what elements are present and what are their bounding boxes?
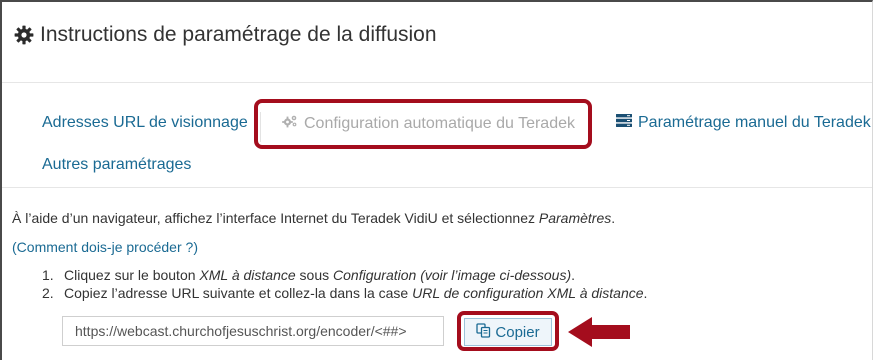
tab-label: Adresses URL de visionnage xyxy=(42,114,248,131)
step-text: . xyxy=(571,267,576,283)
tab-viewing-urls[interactable]: Adresses URL de visionnage xyxy=(42,114,248,132)
tab-other-settings[interactable]: Autres paramétrages xyxy=(42,156,191,174)
list-item: 2. Copiez l’adresse URL suivante et colle… xyxy=(42,284,647,302)
broadcast-instructions-panel: Instructions de paramétrage de la diffus… xyxy=(0,0,873,360)
step-emphasis: Configuration (voir l’image ci-dessous) xyxy=(333,267,572,283)
tab-label: Autres paramétrages xyxy=(42,156,192,173)
step-text: Copiez l’adresse URL suivante et collez-… xyxy=(64,285,413,301)
intro-text: À l’aide d’un navigateur, affichez l’int… xyxy=(12,210,615,226)
left-arrow-icon xyxy=(568,316,632,353)
tab-teradek-manual-config[interactable]: Paramétrage manuel du Teradek xyxy=(616,114,871,132)
step-text: Cliquez sur le bouton xyxy=(64,267,200,283)
intro-prefix: À l’aide d’un navigateur, affichez l’int… xyxy=(12,210,539,226)
encoder-url-field[interactable] xyxy=(62,316,444,346)
step-emphasis: URL de configuration XML à distance xyxy=(412,285,644,301)
page-title: Instructions de paramétrage de la diffus… xyxy=(40,23,437,46)
how-to-link[interactable]: Comment dois-je procéder ? xyxy=(17,239,194,255)
divider xyxy=(2,82,872,83)
intro-suffix: . xyxy=(611,210,616,226)
list-item: 1. Cliquez sur le bouton XML à distance s… xyxy=(42,266,647,284)
how-to-link-line: (Comment dois-je procéder ?) xyxy=(12,239,198,255)
intro-emphasis: Paramètres xyxy=(538,210,612,226)
step-number: 2. xyxy=(42,285,54,301)
divider xyxy=(2,187,872,188)
gear-icon xyxy=(14,25,34,45)
highlight-box-active-tab xyxy=(254,99,592,149)
steps-list: 1. Cliquez sur le bouton XML à distance s… xyxy=(42,266,647,302)
tab-label: Paramétrage manuel du Teradek xyxy=(638,114,871,131)
step-text: sous xyxy=(295,267,334,283)
highlight-box-copy-button xyxy=(457,311,559,351)
panel-header: Instructions de paramétrage de la diffus… xyxy=(14,18,437,52)
paren-close: ) xyxy=(193,239,198,255)
step-number: 1. xyxy=(42,267,54,283)
step-emphasis: XML à distance xyxy=(199,267,296,283)
step-text: . xyxy=(643,285,648,301)
server-icon xyxy=(616,114,632,132)
